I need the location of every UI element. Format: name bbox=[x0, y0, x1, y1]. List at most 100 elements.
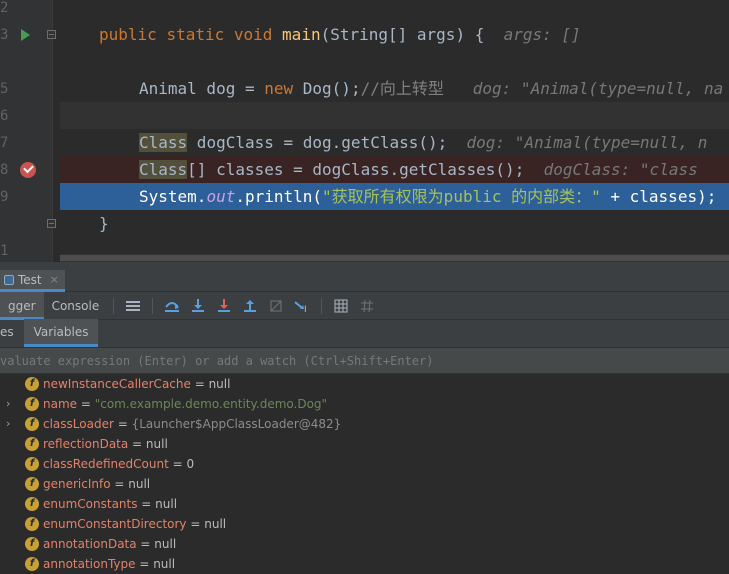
variable-value: null bbox=[155, 497, 178, 511]
field-icon: f bbox=[25, 417, 39, 431]
code-text: } bbox=[99, 214, 109, 233]
variable-row[interactable]: f reflectionData = null bbox=[0, 434, 729, 454]
force-step-into-icon[interactable] bbox=[215, 297, 233, 315]
variable-name: enumConstants bbox=[43, 497, 138, 511]
variable-eq: = bbox=[128, 437, 146, 451]
code-line-9-current[interactable]: System.out.println("获取所有权限为public 的内部类："… bbox=[60, 183, 729, 210]
tab-console[interactable]: Console bbox=[44, 292, 108, 320]
variable-name: annotationData bbox=[43, 537, 137, 551]
close-icon[interactable]: × bbox=[50, 273, 59, 286]
variable-eq: = bbox=[113, 417, 132, 431]
variable-eq: = bbox=[186, 517, 205, 531]
variable-eq: = bbox=[137, 497, 156, 511]
drop-frame-icon[interactable] bbox=[267, 297, 285, 315]
code-text: .println( bbox=[235, 187, 323, 206]
code-line-6[interactable] bbox=[60, 102, 729, 129]
evaluate-icon[interactable] bbox=[332, 297, 350, 315]
step-over-icon[interactable] bbox=[163, 297, 181, 315]
run-to-cursor-icon[interactable]: I bbox=[293, 297, 311, 315]
static-field: out bbox=[206, 187, 236, 206]
trace-icon[interactable] bbox=[358, 297, 376, 315]
field-icon: f bbox=[25, 557, 39, 571]
code-text: Class bbox=[139, 160, 188, 179]
variable-row[interactable]: f enumConstantDirectory = null bbox=[0, 514, 729, 534]
scrollbar-thumb[interactable] bbox=[60, 255, 729, 261]
debugger-toolbar: gger Console I bbox=[0, 291, 729, 320]
fold-icon[interactable] bbox=[47, 30, 56, 39]
line-number: 7 bbox=[0, 135, 9, 151]
code-editor[interactable]: 2 3 5 6 7 8 9 1 public static void main(… bbox=[0, 0, 729, 262]
variable-eq: = bbox=[190, 377, 209, 391]
code-text: dogClass = dog.getClass(); bbox=[187, 133, 448, 152]
code-line-3[interactable]: public static void main(String[] args) {… bbox=[60, 21, 729, 48]
debugger-sub-tabs: es Variables bbox=[0, 319, 729, 348]
tab-debugger[interactable]: gger bbox=[0, 291, 44, 320]
variable-name: annotationType bbox=[43, 557, 136, 571]
variable-value: null bbox=[145, 437, 168, 451]
step-into-icon[interactable] bbox=[189, 297, 207, 315]
tab-frames[interactable]: es bbox=[0, 319, 24, 347]
watch-expression-input[interactable]: valuate expression (Enter) or add a watc… bbox=[0, 348, 729, 374]
run-gutter-icon[interactable] bbox=[21, 29, 30, 41]
variable-eq: = bbox=[136, 537, 155, 551]
inline-debug-hint: dog: "Animal(type=null, n bbox=[466, 133, 708, 152]
line-number: 6 bbox=[0, 108, 9, 124]
variable-name: classLoader bbox=[43, 417, 114, 431]
variable-value: 0 bbox=[186, 457, 195, 471]
field-icon: f bbox=[25, 517, 39, 531]
expand-chevron-icon[interactable]: › bbox=[6, 414, 16, 434]
line-number: 5 bbox=[0, 81, 9, 97]
keyword: static bbox=[166, 25, 225, 44]
variable-row[interactable]: f classRedefinedCount = 0 bbox=[0, 454, 729, 474]
variable-row[interactable]: › f classLoader = {Launcher$AppClassLoad… bbox=[0, 414, 729, 434]
horizontal-scrollbar[interactable] bbox=[60, 254, 729, 262]
keyword: void bbox=[233, 25, 273, 44]
variable-value: null bbox=[208, 377, 231, 391]
code-line-5[interactable]: Animal dog = new Dog();//向上转型 dog: "Anim… bbox=[60, 75, 729, 102]
variable-value: null bbox=[153, 557, 176, 571]
breakpoint-icon[interactable] bbox=[20, 162, 36, 178]
code-line-10[interactable]: } bbox=[60, 210, 729, 237]
variable-value: "com.example.demo.entity.demo.Dog" bbox=[94, 397, 328, 411]
code-line-7[interactable]: Class dogClass = dog.getClass(); dog: "A… bbox=[60, 129, 729, 156]
field-icon: f bbox=[25, 497, 39, 511]
variable-eq: = bbox=[110, 477, 129, 491]
variable-row[interactable]: f enumConstants = null bbox=[0, 494, 729, 514]
tab-variables[interactable]: Variables bbox=[23, 319, 99, 347]
step-out-icon[interactable] bbox=[241, 297, 259, 315]
field-icon: f bbox=[25, 477, 39, 491]
code-text: [] classes = dogClass.getClasses(); bbox=[187, 160, 525, 179]
variable-name: classRedefinedCount bbox=[43, 457, 169, 471]
method-name: main bbox=[282, 25, 321, 44]
variable-row[interactable]: f genericInfo = null bbox=[0, 474, 729, 494]
expand-chevron-icon[interactable]: › bbox=[6, 394, 16, 414]
code-line-8-breakpoint[interactable]: Class[] classes = dogClass.getClasses();… bbox=[60, 156, 729, 183]
variable-name: genericInfo bbox=[43, 477, 111, 491]
variable-row[interactable]: f newInstanceCallerCache = null bbox=[0, 374, 729, 394]
inline-debug-hint: args: [] bbox=[503, 25, 581, 44]
inline-debug-hint: dogClass: "class bbox=[543, 160, 698, 179]
keyword: new bbox=[264, 79, 294, 98]
variable-row[interactable]: f annotationType = null bbox=[0, 554, 729, 574]
variable-row[interactable]: f annotationData = null bbox=[0, 534, 729, 554]
line-number: 8 bbox=[0, 162, 9, 178]
variable-eq: = bbox=[168, 457, 187, 471]
variable-name: enumConstantDirectory bbox=[43, 517, 187, 531]
variable-name: reflectionData bbox=[43, 437, 129, 451]
variable-row[interactable]: › f name = "com.example.demo.entity.demo… bbox=[0, 394, 729, 414]
code-text: (String[] args) { bbox=[320, 25, 485, 44]
code-text: + classes); bbox=[600, 187, 717, 206]
toolbar-separator bbox=[113, 297, 115, 314]
variable-name: newInstanceCallerCache bbox=[43, 377, 191, 391]
editor-gutter[interactable]: 2 3 5 6 7 8 9 1 bbox=[0, 0, 56, 262]
variable-value: null bbox=[204, 517, 227, 531]
variables-tree[interactable]: f newInstanceCallerCache = null › f name… bbox=[0, 374, 729, 574]
run-config-icon bbox=[4, 274, 14, 285]
fold-icon[interactable] bbox=[47, 219, 56, 228]
code-comment: //向上转型 bbox=[360, 79, 444, 98]
field-icon: f bbox=[25, 437, 39, 451]
tab-test[interactable]: Test × bbox=[0, 270, 65, 292]
line-number: 9 bbox=[0, 189, 9, 205]
toolbar-separator bbox=[152, 297, 154, 314]
menu-icon[interactable] bbox=[124, 297, 142, 315]
